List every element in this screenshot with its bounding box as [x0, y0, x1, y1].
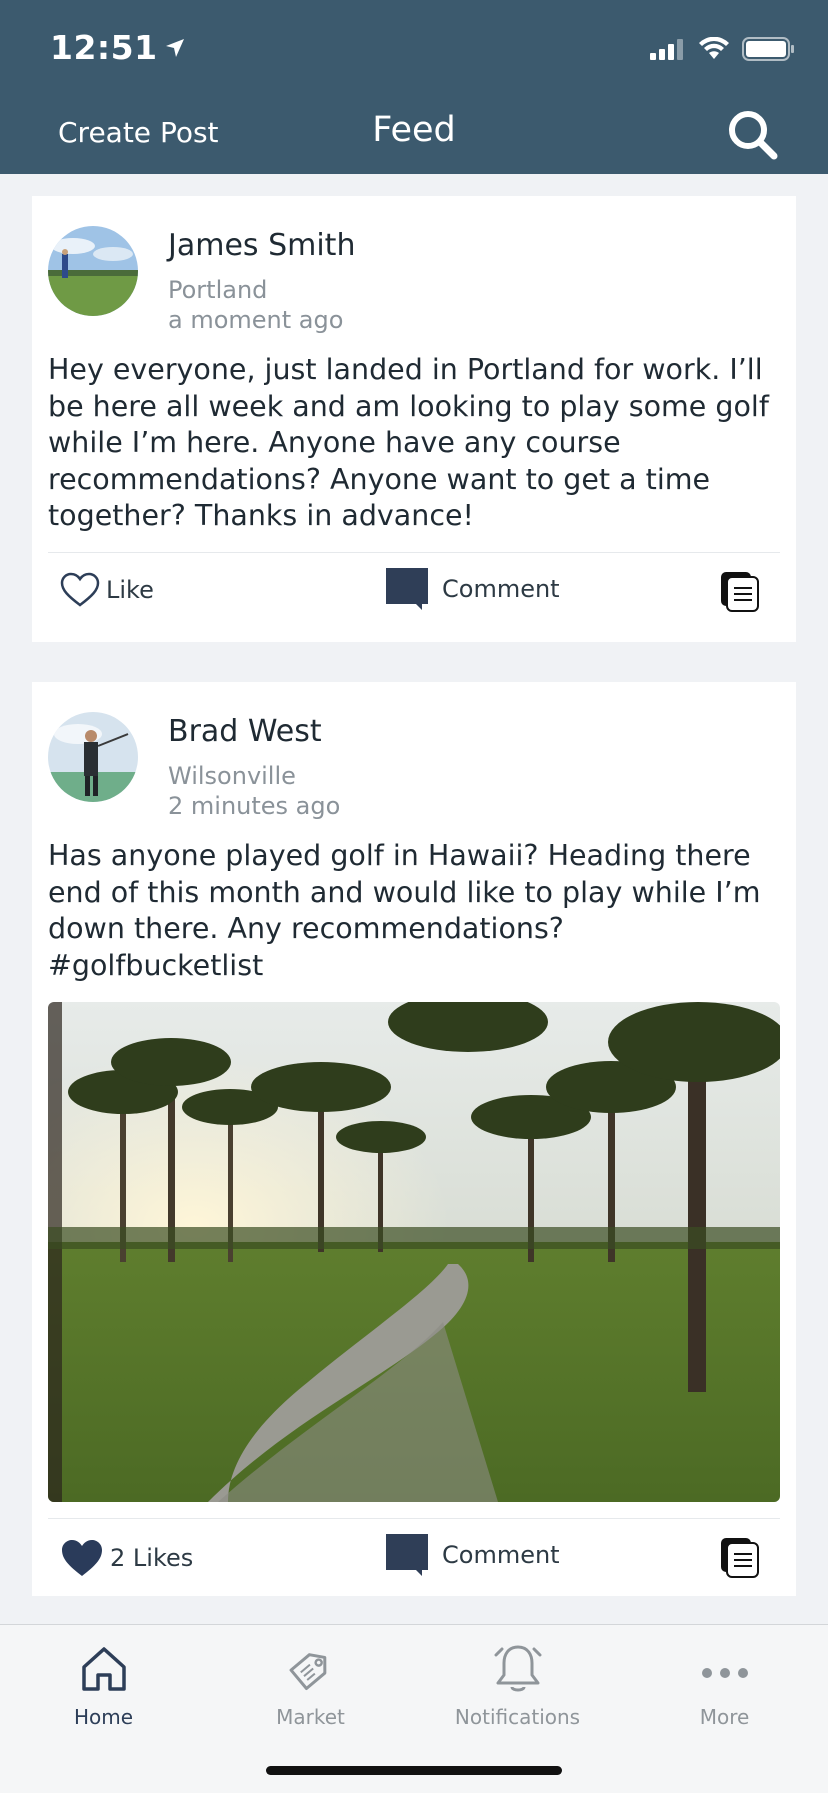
tab-label: Home	[73, 1705, 134, 1729]
tab-label: Notifications	[454, 1705, 581, 1729]
tab-more[interactable]: More	[621, 1625, 828, 1729]
post-actions: Like Comment	[48, 560, 780, 620]
comment-icon	[386, 1534, 428, 1576]
wifi-icon	[699, 37, 729, 59]
battery-icon	[742, 37, 794, 61]
feed-list[interactable]: James Smith Portland a moment ago Hey ev…	[0, 174, 828, 1624]
post-timestamp: a moment ago	[168, 306, 344, 334]
post-card: Brad West Wilsonville 2 minutes ago Has …	[32, 682, 796, 1596]
post-text: Hey everyone, just landed in Portland fo…	[48, 353, 769, 532]
app-header: 12:51 Create Post Feed	[0, 0, 828, 174]
post-text: Has anyone played golf in Hawaii? Headin…	[48, 839, 761, 982]
copy-icon[interactable]	[720, 1536, 760, 1578]
heart-filled-icon	[62, 1540, 102, 1576]
post-timestamp: 2 minutes ago	[168, 792, 341, 820]
like-button[interactable]: Like	[60, 572, 154, 608]
comment-label: Comment	[442, 575, 560, 603]
post-card: James Smith Portland a moment ago Hey ev…	[32, 196, 796, 642]
location-arrow-icon	[165, 38, 184, 57]
like-label: 2 Likes	[110, 1544, 194, 1572]
tab-label: More	[699, 1705, 750, 1729]
heart-outline-icon	[60, 572, 100, 607]
post-image[interactable]	[48, 1002, 780, 1502]
signal-icon	[650, 39, 683, 60]
tab-notifications[interactable]: Notifications	[414, 1625, 621, 1729]
tab-home[interactable]: Home	[0, 1625, 207, 1729]
like-label: Like	[106, 576, 154, 604]
post-location: Portland	[168, 276, 268, 304]
home-icon	[81, 1647, 126, 1691]
page-title: Feed	[372, 110, 456, 150]
avatar[interactable]	[48, 712, 138, 802]
comment-icon	[386, 568, 428, 610]
tab-label: Market	[276, 1705, 345, 1729]
more-icon	[701, 1668, 748, 1678]
home-indicator[interactable]	[266, 1766, 562, 1775]
tab-market[interactable]: Market	[207, 1625, 414, 1729]
status-indicators	[650, 36, 796, 62]
divider	[48, 1518, 780, 1519]
post-author[interactable]: Brad West	[168, 714, 322, 749]
search-icon[interactable]	[726, 108, 778, 160]
tag-icon	[289, 1653, 326, 1690]
comment-button[interactable]: Comment	[386, 568, 560, 610]
post-author[interactable]: James Smith	[168, 228, 355, 263]
status-time: 12:51	[50, 28, 186, 67]
avatar[interactable]	[48, 226, 138, 316]
copy-icon[interactable]	[720, 570, 760, 612]
like-button[interactable]: 2 Likes	[60, 1538, 193, 1578]
status-time-text: 12:51	[50, 28, 158, 67]
bell-icon	[494, 1645, 541, 1692]
comment-button[interactable]: Comment	[386, 1534, 560, 1576]
divider	[48, 552, 780, 553]
post-location: Wilsonville	[168, 762, 296, 790]
post-actions: 2 Likes Comment	[48, 1526, 780, 1586]
comment-label: Comment	[442, 1541, 560, 1569]
